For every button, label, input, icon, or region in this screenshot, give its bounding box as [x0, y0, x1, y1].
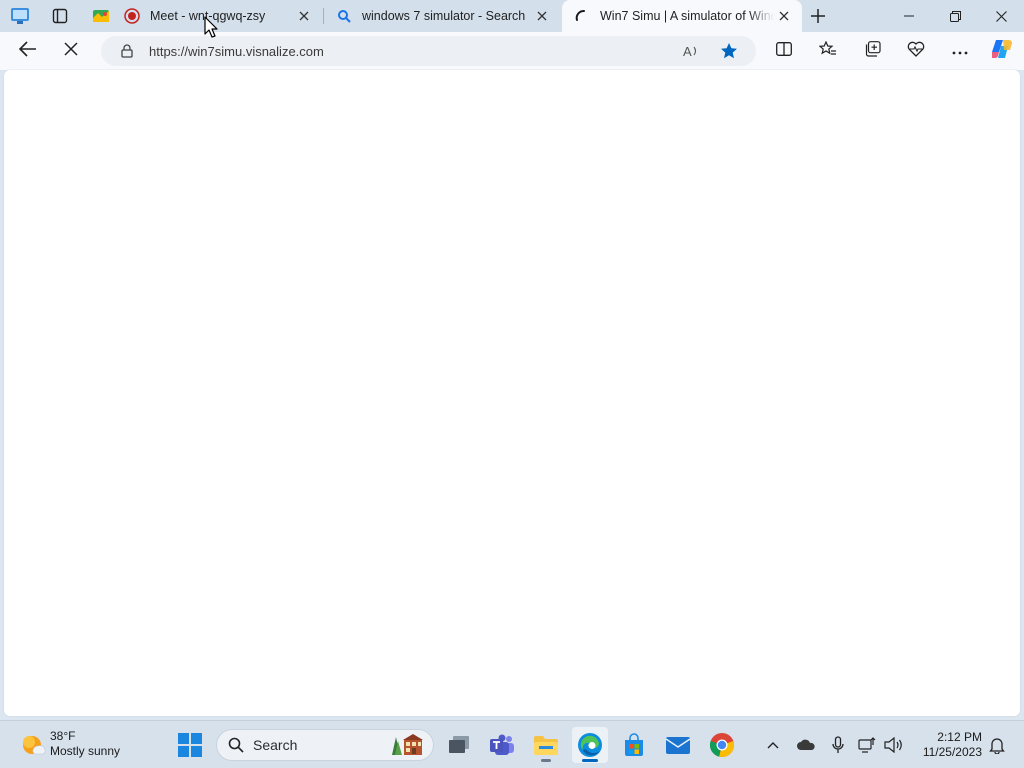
- clock-date: 11/25/2023: [922, 745, 982, 759]
- split-screen-icon: [776, 41, 792, 61]
- taskbar-clock[interactable]: 2:12 PM 11/25/2023: [912, 730, 982, 760]
- task-view-button[interactable]: [441, 727, 477, 763]
- favorite-star-icon[interactable]: [718, 40, 740, 62]
- weather-condition: Mostly sunny: [50, 744, 121, 758]
- page-content[interactable]: [4, 70, 1020, 716]
- file-explorer-icon: [534, 736, 558, 755]
- onedrive-cloud-icon: [797, 739, 815, 750]
- network-icon: [858, 737, 876, 753]
- search-icon: [336, 8, 352, 24]
- tab-title: Win7 Simu | A simulator of Windows 7: [600, 9, 774, 23]
- profile-icon[interactable]: [8, 4, 32, 28]
- heart-pulse-icon: [907, 41, 925, 62]
- loading-icon: [574, 8, 590, 24]
- new-tab-icon[interactable]: [806, 4, 830, 28]
- svg-text:A: A: [683, 44, 692, 59]
- favorites-icon: [818, 40, 837, 62]
- edge-button[interactable]: [572, 727, 608, 763]
- copilot-icon: [990, 38, 1014, 65]
- back-arrow-icon: [18, 40, 37, 62]
- mail-icon: [665, 737, 691, 754]
- chrome-icon: [709, 733, 735, 758]
- mouse-cursor-icon: [204, 16, 218, 38]
- tab-search[interactable]: windows 7 simulator - Search: [324, 0, 560, 32]
- active-indicator: [582, 759, 598, 762]
- clock-time: 2:12 PM: [937, 730, 982, 744]
- tab-actions-icon[interactable]: [48, 4, 72, 28]
- settings-more-button[interactable]: [945, 36, 975, 66]
- microphone-button[interactable]: [825, 731, 851, 759]
- tab-group-icon[interactable]: [89, 4, 113, 28]
- windows-start-icon: [178, 733, 202, 757]
- show-hidden-icons-button[interactable]: [760, 731, 786, 759]
- file-explorer-button[interactable]: [528, 727, 564, 763]
- mail-button[interactable]: [660, 727, 696, 763]
- more-dots-icon: [952, 42, 968, 60]
- close-window-icon[interactable]: [978, 0, 1024, 32]
- browser-toolbar: https://win7simu.visnalize.com A: [0, 32, 1024, 70]
- stop-loading-button[interactable]: [56, 36, 86, 66]
- onedrive-button[interactable]: [793, 731, 819, 759]
- url-text[interactable]: https://win7simu.visnalize.com: [149, 44, 680, 59]
- lock-icon[interactable]: [119, 43, 135, 59]
- running-indicator: [541, 759, 551, 762]
- tab-win7simu[interactable]: Win7 Simu | A simulator of Windows 7: [562, 0, 802, 32]
- teams-icon: [490, 734, 514, 755]
- microphone-icon: [832, 736, 844, 753]
- close-tab-icon[interactable]: [532, 6, 552, 26]
- collections-button[interactable]: [857, 36, 887, 66]
- recording-icon: [124, 8, 140, 24]
- taskbar-search[interactable]: Search: [216, 729, 434, 761]
- notifications-button[interactable]: [984, 731, 1010, 759]
- sunny-weather-icon: [23, 736, 46, 755]
- chevron-up-icon: [767, 742, 779, 749]
- minimize-icon[interactable]: [886, 0, 932, 32]
- start-button[interactable]: [172, 727, 208, 763]
- speaker-icon: [884, 737, 902, 753]
- favorites-button[interactable]: [813, 36, 843, 66]
- tab-title: windows 7 simulator - Search: [362, 9, 526, 23]
- network-button[interactable]: [855, 731, 881, 759]
- weather-temperature: 38°F: [50, 729, 76, 743]
- weather-widget[interactable]: 38°F Mostly sunny: [18, 729, 120, 759]
- edge-icon: [578, 733, 602, 757]
- copilot-button[interactable]: [987, 36, 1017, 66]
- volume-button[interactable]: [881, 731, 907, 759]
- tab-title: Meet - wnt-qgwq-zsy: [150, 9, 266, 23]
- restore-icon[interactable]: [932, 0, 978, 32]
- browser-essentials-button[interactable]: [901, 36, 931, 66]
- address-bar[interactable]: https://win7simu.visnalize.com A: [101, 36, 756, 66]
- bell-icon: [989, 738, 1005, 754]
- back-button[interactable]: [13, 36, 43, 66]
- search-label: Search: [253, 737, 298, 753]
- browser-title-bar: Meet - wnt-qgwq-zsy windows 7 simulator …: [0, 0, 1024, 32]
- chrome-button[interactable]: [704, 727, 740, 763]
- close-tab-icon[interactable]: [294, 6, 314, 26]
- stop-icon: [64, 41, 78, 61]
- store-button[interactable]: [616, 727, 652, 763]
- teams-button[interactable]: [484, 727, 520, 763]
- split-screen-button[interactable]: [769, 36, 799, 66]
- close-tab-icon[interactable]: [774, 6, 794, 26]
- task-view-icon: [449, 736, 469, 753]
- search-icon: [227, 736, 245, 754]
- taskbar: 38°F Mostly sunny Search 2:12 PM 11/25/2…: [0, 720, 1024, 768]
- store-icon: [625, 733, 643, 756]
- search-highlight-icon: [387, 733, 425, 757]
- collections-icon: [864, 40, 881, 62]
- read-aloud-icon[interactable]: A: [680, 40, 702, 62]
